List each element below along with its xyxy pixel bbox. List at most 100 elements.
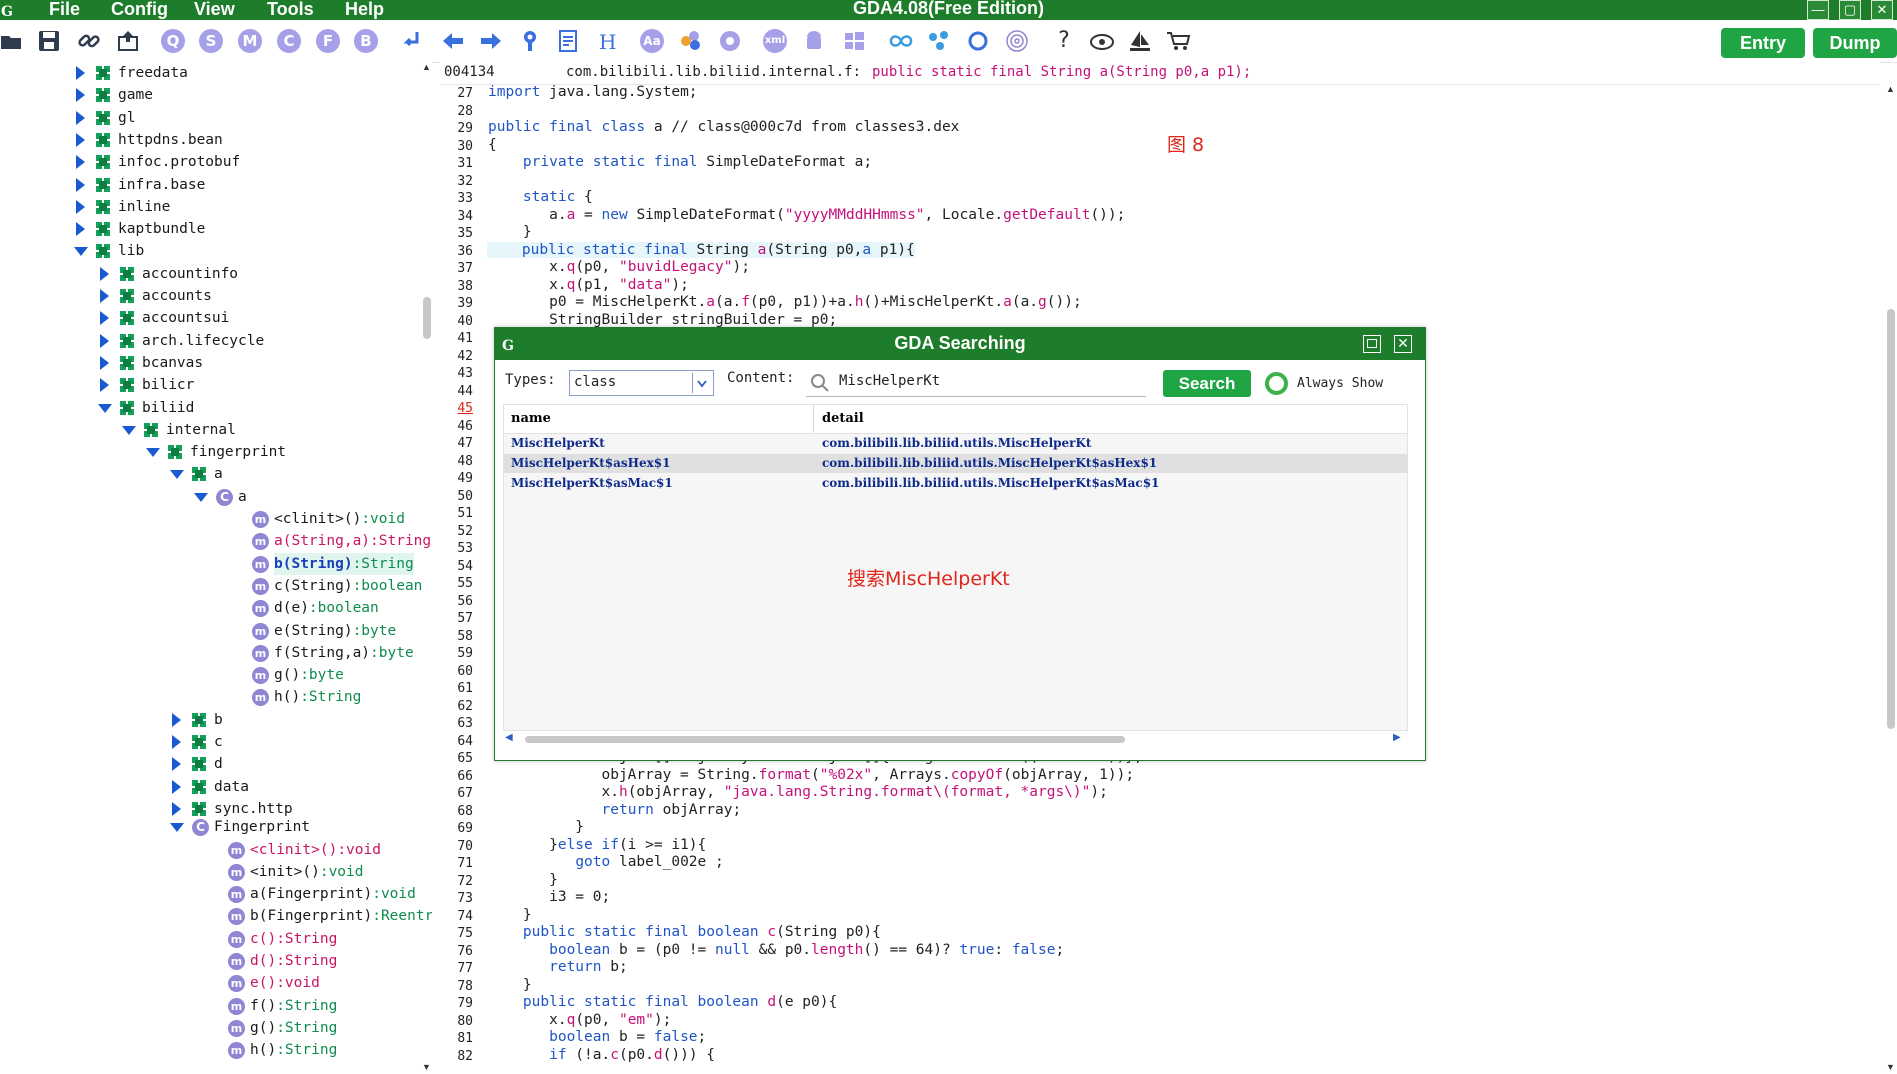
code-line[interactable]: return b; bbox=[488, 959, 628, 975]
code-line[interactable]: } bbox=[488, 872, 558, 888]
tree-package-item[interactable]: a bbox=[0, 463, 420, 485]
collapse-triangle-icon[interactable] bbox=[76, 66, 85, 80]
expand-triangle-icon[interactable] bbox=[74, 247, 88, 257]
results-hscrollbar[interactable]: ◀ ▶ bbox=[503, 732, 1406, 746]
content-search-input[interactable]: MiscHelperKt bbox=[806, 370, 1146, 397]
back-arrow-icon[interactable] bbox=[441, 29, 465, 53]
code-line[interactable]: } bbox=[488, 224, 532, 240]
search-b-icon[interactable]: B bbox=[354, 29, 378, 53]
search-f-icon[interactable]: F bbox=[316, 29, 340, 53]
tree-package-item[interactable]: d bbox=[0, 753, 420, 775]
code-line[interactable]: a.a = new SimpleDateFormat("yyyyMMddHHmm… bbox=[488, 207, 1125, 223]
entry-button[interactable]: Entry bbox=[1721, 28, 1805, 58]
tree-package-item[interactable]: b bbox=[0, 709, 420, 731]
tree-package-item[interactable]: lib bbox=[0, 240, 420, 262]
android-icon[interactable] bbox=[802, 29, 826, 53]
code-line[interactable]: } bbox=[488, 977, 532, 993]
code-line[interactable]: public static final String a(String p0,a… bbox=[487, 241, 915, 258]
search-button[interactable]: Search bbox=[1163, 370, 1251, 397]
cart-icon[interactable] bbox=[1166, 29, 1191, 53]
tree-package-item[interactable]: bcanvas bbox=[0, 352, 420, 374]
collapse-triangle-icon[interactable] bbox=[172, 735, 181, 749]
cloud-icon[interactable] bbox=[1089, 29, 1114, 53]
column-detail[interactable]: detail bbox=[822, 411, 864, 426]
code-line[interactable]: x.q(p0, "buvidLegacy"); bbox=[488, 259, 750, 275]
tree-method-item[interactable]: m g():byte bbox=[0, 664, 420, 686]
help-icon[interactable]: ? bbox=[1052, 29, 1076, 53]
result-row[interactable]: MiscHelperKt$asMac$1 com.bilibili.lib.bil… bbox=[504, 474, 1407, 493]
result-row[interactable]: MiscHelperKt com.bilibili.lib.biliid.util… bbox=[504, 434, 1407, 453]
collapse-triangle-icon[interactable] bbox=[76, 110, 85, 125]
search-m-icon[interactable]: M bbox=[238, 29, 262, 53]
collapse-triangle-icon[interactable] bbox=[172, 801, 181, 816]
close-icon[interactable]: ✕ bbox=[1871, 0, 1893, 20]
collapse-triangle-icon[interactable] bbox=[76, 155, 85, 170]
collapse-triangle-icon[interactable] bbox=[172, 779, 181, 794]
expand-triangle-icon[interactable] bbox=[146, 448, 160, 458]
collapse-triangle-icon[interactable] bbox=[100, 266, 109, 281]
document-icon[interactable] bbox=[556, 29, 580, 53]
tree-package-item[interactable]: c bbox=[0, 731, 420, 753]
code-line[interactable]: }else if(i >= i1){ bbox=[488, 837, 706, 853]
tree-method-item[interactable]: m e():void bbox=[0, 972, 420, 994]
always-show-toggle[interactable] bbox=[1265, 372, 1288, 395]
dialog-close-icon[interactable]: ✕ bbox=[1394, 335, 1412, 353]
tree-class-item[interactable]: C Fingerprint bbox=[0, 816, 420, 838]
tree-method-item[interactable]: m b(Fingerprint):Reentr bbox=[0, 905, 432, 927]
minimize-icon[interactable]: — bbox=[1807, 0, 1829, 20]
tree-package-item[interactable]: bilicr bbox=[0, 374, 420, 396]
tree-method-item[interactable]: m <init>():void bbox=[0, 861, 420, 883]
tree-package-item[interactable]: internal bbox=[0, 419, 420, 441]
collapse-triangle-icon[interactable] bbox=[172, 712, 181, 727]
code-line[interactable]: static { bbox=[488, 189, 593, 205]
code-line[interactable]: StringBuilder stringBuilder = p0; bbox=[488, 312, 837, 328]
code-scrollbar[interactable]: ▲ ▼ bbox=[1885, 84, 1897, 1074]
dialog-title-bar[interactable]: G GDA Searching ✕ bbox=[495, 328, 1425, 360]
collapse-triangle-icon[interactable] bbox=[76, 132, 85, 147]
code-line[interactable]: objArray = String.format("%02x", Arrays.… bbox=[488, 767, 1134, 783]
tree-package-item[interactable]: httpdns.bean bbox=[0, 129, 420, 151]
tree-method-item[interactable]: m c(String):boolean bbox=[0, 575, 422, 597]
code-line[interactable]: } bbox=[488, 819, 584, 835]
tree-method-item[interactable]: m d(e):boolean bbox=[0, 597, 420, 619]
export-icon[interactable] bbox=[116, 29, 140, 53]
tree-package-item[interactable]: accountinfo bbox=[0, 263, 420, 285]
tree-method-item[interactable]: m d():String bbox=[0, 950, 420, 972]
code-line[interactable]: goto label_002e ; bbox=[488, 854, 723, 870]
tree-package-item[interactable]: accounts bbox=[0, 285, 420, 307]
hex-icon[interactable]: H bbox=[596, 29, 620, 54]
collapse-triangle-icon[interactable] bbox=[172, 757, 181, 772]
code-line[interactable]: boolean b = false; bbox=[488, 1029, 706, 1045]
search-s-icon[interactable]: S bbox=[199, 29, 223, 53]
search-c-icon[interactable]: C bbox=[277, 29, 301, 53]
expand-triangle-icon[interactable] bbox=[194, 492, 208, 502]
tree-method-item[interactable]: m a(Fingerprint):void bbox=[0, 883, 420, 905]
tree-method-item[interactable]: m f(String,a):byte bbox=[0, 642, 420, 664]
package-tree[interactable]: freedata game gl httpdns.bean infoc.protobuf… bbox=[0, 62, 432, 1074]
forward-arrow-icon[interactable] bbox=[479, 29, 503, 53]
expand-triangle-icon[interactable] bbox=[170, 470, 184, 480]
tree-package-item[interactable]: data bbox=[0, 776, 420, 798]
code-line[interactable]: return objArray; bbox=[488, 802, 742, 818]
collapse-triangle-icon[interactable] bbox=[76, 177, 85, 192]
code-line[interactable]: public static final boolean c(String p0)… bbox=[488, 924, 881, 940]
tree-package-item[interactable]: freedata bbox=[0, 62, 420, 84]
string-icon[interactable]: Aa bbox=[640, 29, 664, 53]
collapse-triangle-icon[interactable] bbox=[100, 378, 109, 393]
code-line[interactable]: public static final boolean d(e p0){ bbox=[488, 994, 837, 1010]
save-icon[interactable] bbox=[37, 29, 61, 53]
tree-method-item[interactable]: m f():String bbox=[0, 995, 420, 1017]
expand-triangle-icon[interactable] bbox=[98, 403, 112, 413]
code-line[interactable]: p0 = MiscHelperKt.a(a.f(p0, p1))+a.h()+M… bbox=[488, 294, 1082, 310]
code-line[interactable]: if (!a.c(p0.d())) { bbox=[488, 1047, 715, 1063]
dump-button[interactable]: Dump bbox=[1813, 28, 1897, 58]
tree-package-item[interactable]: biliid bbox=[0, 397, 420, 419]
search-q-icon[interactable]: Q bbox=[161, 29, 185, 53]
tree-package-item[interactable]: infra.base bbox=[0, 174, 420, 196]
fingerprint-icon[interactable] bbox=[1005, 29, 1029, 53]
code-line[interactable]: i3 = 0; bbox=[488, 889, 610, 905]
collapse-triangle-icon[interactable] bbox=[100, 355, 109, 370]
expand-triangle-icon[interactable] bbox=[170, 823, 184, 833]
maximize-icon[interactable]: ▢ bbox=[1839, 0, 1861, 20]
code-line[interactable]: public final class a // class@000c7d fro… bbox=[488, 119, 959, 135]
